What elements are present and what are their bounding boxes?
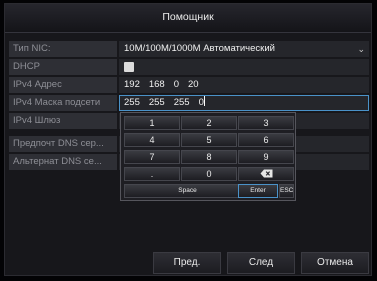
enter-key[interactable]: Enter (238, 184, 278, 198)
dhcp-row: DHCP (9, 59, 369, 75)
key-6[interactable]: 6 (238, 133, 294, 147)
prev-button[interactable]: Пред. (153, 252, 221, 274)
esc-key[interactable]: ESC (279, 184, 294, 198)
ip-octet: 168 (148, 79, 165, 90)
ipv4-mask-label: IPv4 Маска подсети (9, 95, 117, 111)
dialog-titlebar: Помощник (5, 4, 371, 33)
ip-octet: 255 (148, 97, 165, 108)
key-4[interactable]: 4 (124, 133, 180, 147)
backspace-key[interactable] (238, 167, 294, 181)
key-9[interactable]: 9 (238, 150, 294, 164)
next-button[interactable]: След (227, 252, 295, 274)
nic-type-row: Тип NIC: 10M/100M/1000M Автоматический ⌄ (9, 41, 369, 57)
space-key[interactable]: Space (124, 184, 251, 198)
key-7[interactable]: 7 (124, 150, 180, 164)
text-caret (203, 96, 205, 106)
setup-wizard-dialog: Помощник Тип NIC: 10M/100M/1000M Автомат… (4, 3, 372, 276)
ip-octet: 255 (173, 97, 190, 108)
chevron-down-icon: ⌄ (357, 44, 365, 54)
ipv4-gateway-label: IPv4 Шлюз (9, 113, 117, 129)
dns-alternate-label: Альтернат DNS се... (9, 154, 117, 170)
dialog-title: Помощник (162, 11, 214, 23)
ip-octet: 0 (173, 79, 180, 90)
key-1[interactable]: 1 (124, 116, 180, 130)
dhcp-field (119, 59, 369, 75)
ip-octet: 20 (188, 79, 199, 90)
backspace-icon (260, 169, 272, 178)
nic-type-select[interactable]: 10M/100M/1000M Автоматический ⌄ (119, 41, 369, 57)
key-3[interactable]: 3 (238, 116, 294, 130)
ipv4-address-row: IPv4 Адрес 192 168 0 20 (9, 77, 369, 93)
dhcp-label: DHCP (9, 59, 117, 75)
key-5[interactable]: 5 (181, 133, 237, 147)
key-dot[interactable]: . (124, 167, 180, 181)
ipv4-address-label: IPv4 Адрес (9, 77, 117, 93)
key-0[interactable]: 0 (181, 167, 237, 181)
ipv4-address-input[interactable]: 192 168 0 20 (119, 77, 369, 93)
ipv4-mask-row: IPv4 Маска подсети 255 255 255 0 (9, 95, 369, 111)
dhcp-checkbox[interactable] (124, 62, 134, 72)
nic-type-label: Тип NIC: (9, 41, 117, 57)
cancel-button[interactable]: Отмена (301, 252, 369, 274)
ipv4-mask-input[interactable]: 255 255 255 0 (119, 95, 369, 111)
ip-octet: 255 (124, 97, 140, 108)
dialog-footer: Пред. След Отмена (5, 250, 371, 275)
numeric-keypad: 1 2 3 4 5 6 7 8 9 . 0 Space Enter ESC (120, 112, 296, 201)
nic-type-value: 10M/100M/1000M Автоматический (124, 43, 275, 54)
dns-preferred-label: Предпочт DNS сер... (9, 136, 117, 152)
key-8[interactable]: 8 (181, 150, 237, 164)
ip-octet: 192 (124, 79, 140, 90)
key-2[interactable]: 2 (181, 116, 237, 130)
